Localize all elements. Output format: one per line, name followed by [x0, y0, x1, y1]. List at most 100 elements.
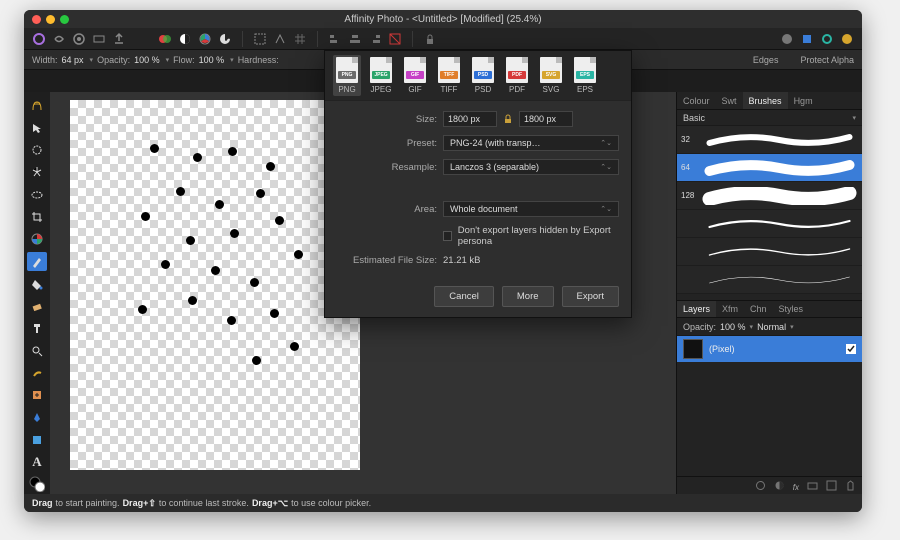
brush-preset[interactable]: 32: [677, 126, 862, 154]
area-dropdown[interactable]: Whole document⌃⌄: [443, 201, 619, 217]
pen-tool[interactable]: [27, 408, 47, 427]
more-button[interactable]: More: [502, 286, 554, 307]
status-bar: Drag to start painting. Drag+⇧ to contin…: [24, 494, 862, 512]
paint-dot: [193, 153, 202, 162]
format-svg[interactable]: SVGSVG: [537, 55, 565, 96]
tab-styles[interactable]: Styles: [773, 301, 810, 317]
format-tiff[interactable]: TIFFTIFF: [435, 55, 463, 96]
paint-dot: [227, 316, 236, 325]
group-layer-icon[interactable]: [807, 480, 818, 491]
color-format-icon[interactable]: [158, 32, 172, 46]
tab-chn[interactable]: Chn: [744, 301, 773, 317]
flood-select-tool[interactable]: [27, 163, 47, 182]
clone-tool[interactable]: [27, 319, 47, 338]
marquee-icon[interactable]: [253, 32, 267, 46]
resample-dropdown[interactable]: Lanczos 3 (separable)⌃⌄: [443, 159, 619, 175]
brush-preset[interactable]: 128: [677, 182, 862, 210]
area-label: Area:: [337, 204, 437, 215]
align-left-icon[interactable]: [328, 32, 342, 46]
color-wheel-icon[interactable]: [198, 32, 212, 46]
edges-label[interactable]: Edges: [753, 55, 779, 65]
cancel-button[interactable]: Cancel: [434, 286, 494, 307]
grid-icon[interactable]: [293, 32, 307, 46]
assistant-icon[interactable]: [780, 32, 794, 46]
hidden-layers-label: Don't export layers hidden by Export per…: [458, 225, 619, 247]
move-tool[interactable]: [27, 118, 47, 137]
crop-tool[interactable]: [27, 207, 47, 226]
chevron-down-icon[interactable]: ▾: [750, 323, 754, 331]
export-button[interactable]: Export: [562, 286, 619, 307]
align-center-icon[interactable]: [348, 32, 362, 46]
opacity-dropdown-icon[interactable]: ▾: [166, 56, 170, 64]
protect-alpha-label[interactable]: Protect Alpha: [800, 55, 854, 65]
width-dropdown-icon[interactable]: ▾: [90, 56, 94, 64]
hidden-layers-checkbox[interactable]: Don't export layers hidden by Export per…: [443, 225, 619, 247]
adjustment-layer-icon[interactable]: [774, 480, 785, 491]
layer-opacity-value[interactable]: 100 %: [720, 322, 746, 332]
width-value[interactable]: 64 px: [62, 55, 84, 65]
layer-visibility-checkbox[interactable]: [846, 344, 856, 354]
format-png[interactable]: PNGPNG: [333, 55, 361, 96]
preferences-icon[interactable]: [820, 32, 834, 46]
flow-dropdown-icon[interactable]: ▾: [230, 56, 234, 64]
develop-persona-icon[interactable]: [72, 32, 86, 46]
smudge-tool[interactable]: [27, 363, 47, 382]
help-icon[interactable]: [840, 32, 854, 46]
delete-layer-icon[interactable]: [845, 480, 856, 491]
marquee-tool[interactable]: [27, 185, 47, 204]
brush-preset[interactable]: [677, 266, 862, 294]
studio-icon[interactable]: [800, 32, 814, 46]
text-tool[interactable]: A: [27, 453, 47, 472]
tab-xfm[interactable]: Xfm: [716, 301, 744, 317]
palette-icon[interactable]: [218, 32, 232, 46]
format-pdf[interactable]: PDFPDF: [503, 55, 531, 96]
brush-preset[interactable]: [677, 238, 862, 266]
tab-brushes[interactable]: Brushes: [743, 92, 788, 109]
tab-layers[interactable]: Layers: [677, 301, 716, 317]
paint-brush-tool[interactable]: [27, 252, 47, 271]
lock-aspect-icon[interactable]: [503, 114, 513, 124]
fill-tool[interactable]: [27, 274, 47, 293]
healing-tool[interactable]: [27, 386, 47, 405]
opacity-value[interactable]: 100 %: [134, 55, 160, 65]
fx-layer-icon[interactable]: fx: [793, 477, 799, 495]
tab-swt[interactable]: Swt: [716, 92, 743, 109]
tab-hgm[interactable]: Hgm: [788, 92, 819, 109]
export-height-input[interactable]: [519, 111, 573, 127]
view-tool[interactable]: [27, 96, 47, 115]
layer-actions-bar: fx: [677, 476, 862, 494]
contrast-icon[interactable]: [178, 32, 192, 46]
format-gif[interactable]: GIFGIF: [401, 55, 429, 96]
mask-layer-icon[interactable]: [755, 480, 766, 491]
format-jpeg[interactable]: JPEGJPEG: [367, 55, 395, 96]
erase-tool[interactable]: [27, 297, 47, 316]
chevron-down-icon[interactable]: ▾: [790, 323, 794, 331]
tone-map-persona-icon[interactable]: [92, 32, 106, 46]
export-persona-icon[interactable]: [112, 32, 126, 46]
shape-tool[interactable]: [27, 430, 47, 449]
brush-category-dropdown[interactable]: Basic ▾: [677, 110, 862, 126]
layer-row[interactable]: (Pixel): [677, 336, 862, 362]
foreground-color[interactable]: [27, 475, 47, 494]
blend-mode-dropdown[interactable]: Normal: [757, 322, 786, 332]
photo-persona-icon[interactable]: [32, 32, 46, 46]
lock-icon[interactable]: [423, 32, 437, 46]
est-size-label: Estimated File Size:: [337, 255, 437, 266]
format-psd[interactable]: PSDPSD: [469, 55, 497, 96]
export-width-input[interactable]: [443, 111, 497, 127]
dodge-tool[interactable]: [27, 341, 47, 360]
arrange-icon[interactable]: [388, 32, 402, 46]
add-layer-icon[interactable]: [826, 480, 837, 491]
document-canvas[interactable]: [70, 100, 360, 470]
format-eps[interactable]: EPSEPS: [571, 55, 599, 96]
preset-dropdown[interactable]: PNG-24 (with transp…⌃⌄: [443, 135, 619, 151]
selection-brush-tool[interactable]: [27, 141, 47, 160]
brush-preset[interactable]: [677, 210, 862, 238]
brush-preset[interactable]: 64: [677, 154, 862, 182]
tab-colour[interactable]: Colour: [677, 92, 716, 109]
color-picker-tool[interactable]: [27, 230, 47, 249]
liquify-persona-icon[interactable]: [52, 32, 66, 46]
snap-icon[interactable]: [273, 32, 287, 46]
align-right-icon[interactable]: [368, 32, 382, 46]
flow-value[interactable]: 100 %: [199, 55, 225, 65]
